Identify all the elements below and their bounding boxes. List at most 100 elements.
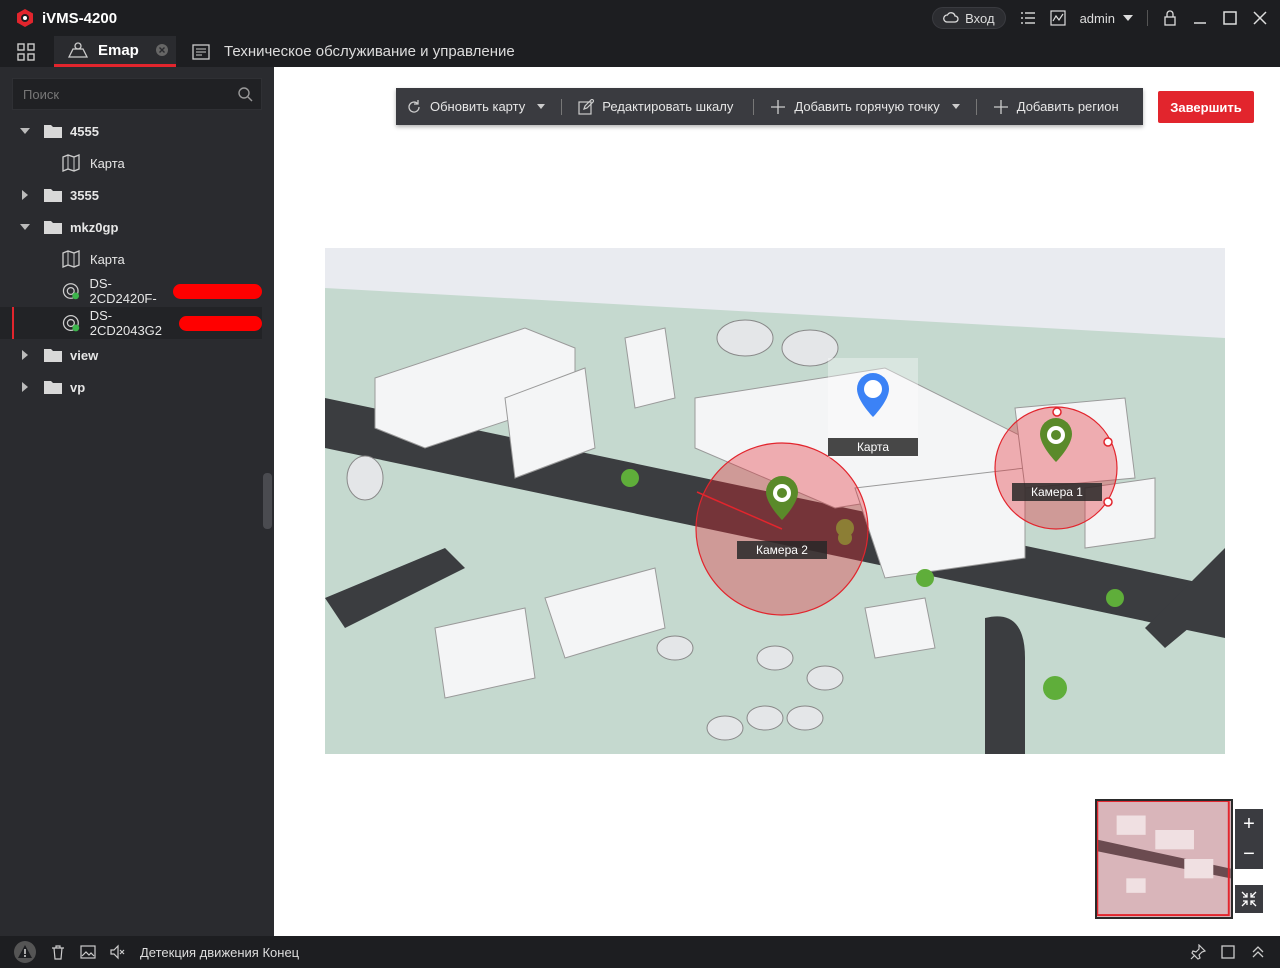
expanded-arrow-icon[interactable] [20, 222, 30, 232]
add-region-button[interactable]: Добавить регион [983, 88, 1129, 125]
tree-folder-4555[interactable]: 4555 [0, 115, 262, 147]
refresh-icon [408, 99, 420, 113]
map-road [985, 616, 1025, 754]
map-icon [62, 154, 80, 172]
edit-scale-button[interactable]: Редактировать шкалу [568, 88, 743, 125]
region-handle [1103, 437, 1113, 447]
search-input[interactable]: Поиск [12, 78, 262, 110]
map-hotspot-label: Карта [857, 440, 889, 454]
resource-sidebar: Поиск 4555 Карта 3555 mkz0gp Карта DS-2C… [0, 67, 274, 936]
tree-folder-3555[interactable]: 3555 [0, 179, 262, 211]
minimize-icon[interactable] [1192, 10, 1208, 26]
shrink-icon [1241, 891, 1257, 907]
lock-icon[interactable] [1162, 10, 1178, 26]
emap-canvas[interactable]: Карта Камера 1 Камера 2 [325, 248, 1225, 754]
tree-label: 3555 [70, 187, 99, 203]
tree-label: mkz0gp [70, 219, 119, 235]
maximize-icon[interactable] [1222, 10, 1238, 26]
search-placeholder: Поиск [23, 86, 60, 102]
fit-to-window-button[interactable] [1235, 885, 1263, 913]
app-title: iVMS-4200 [42, 9, 118, 27]
divider [975, 98, 977, 115]
sidebar-collapse-handle[interactable] [263, 473, 272, 529]
dropdown-caret-icon [537, 104, 546, 109]
tree-label: DS-2CD2420F- [89, 276, 157, 306]
divider [1147, 10, 1148, 26]
folder-icon [44, 125, 62, 138]
refresh-map-button[interactable]: Обновить карту [396, 88, 555, 125]
tree-label: 4555 [70, 123, 99, 139]
tab-emap[interactable]: Emap [54, 36, 176, 67]
tree-camera-item-selected[interactable]: DS-2CD2043G2 [0, 307, 262, 339]
divider [561, 98, 563, 115]
tab-close-icon[interactable] [156, 44, 168, 56]
modules-grid-icon[interactable] [16, 42, 36, 62]
tab-maintenance[interactable]: Техническое обслуживание и управление [192, 43, 515, 61]
login-button[interactable]: Вход [932, 7, 1006, 29]
camera-2-label: Камера 2 [756, 543, 808, 557]
tree-folder-vp[interactable]: vp [0, 371, 262, 403]
tree-map-item[interactable]: Карта [0, 243, 262, 275]
collapsed-arrow-icon[interactable] [20, 382, 30, 392]
dropdown-caret-icon [951, 104, 960, 109]
zoom-out-icon[interactable]: − [1243, 843, 1255, 866]
zoom-controls: + − [1235, 809, 1263, 869]
region-handle [1052, 407, 1062, 417]
tree-folder-view[interactable]: view [0, 339, 262, 371]
collapsed-arrow-icon[interactable] [20, 350, 30, 360]
tree-camera-item[interactable]: DS-2CD2420F- [0, 275, 262, 307]
finish-button[interactable]: Завершить [1158, 91, 1254, 123]
activity-icon[interactable] [1049, 10, 1066, 26]
tree-map-item[interactable]: Карта [0, 147, 262, 179]
expand-up-icon[interactable] [1250, 944, 1266, 960]
camera-online-icon [62, 314, 80, 332]
map-icon [62, 250, 80, 268]
refresh-map-label: Обновить карту [430, 99, 526, 114]
tab-maintenance-label: Техническое обслуживание и управление [224, 43, 515, 60]
add-hotspot-button[interactable]: Добавить горячую точку [760, 88, 969, 125]
tab-bar: Emap Техническое обслуживание и управлен… [0, 36, 1280, 67]
region-handle [1103, 497, 1113, 507]
plus-icon [993, 99, 1008, 114]
image-icon[interactable] [80, 944, 96, 960]
camera-1-label: Камера 1 [1031, 485, 1083, 499]
tree-folder-mkz0gp[interactable]: mkz0gp [0, 211, 262, 243]
trash-icon[interactable] [50, 944, 66, 960]
status-bar: Детекция движения Конец [0, 936, 1280, 968]
emap-main-area: Обновить карту Редактировать шкалу Добав… [274, 67, 1280, 936]
tree-label: vp [70, 379, 86, 395]
tree-label: Карта [90, 155, 125, 171]
folder-icon [44, 381, 62, 394]
login-label: Вход [965, 10, 995, 26]
folder-icon [44, 349, 62, 362]
title-bar: iVMS-4200 Вход admin [0, 0, 1280, 36]
collapsed-arrow-icon[interactable] [20, 190, 30, 200]
tab-emap-label: Emap [98, 41, 139, 59]
zoom-in-icon[interactable]: + [1243, 813, 1255, 836]
app-logo-icon [17, 9, 33, 27]
add-hotspot-label: Добавить горячую точку [794, 99, 940, 114]
redaction-mark [179, 315, 262, 331]
pin-icon[interactable] [1190, 944, 1206, 960]
resource-tree: 4555 Карта 3555 mkz0gp Карта DS-2CD2420F… [0, 115, 262, 403]
alarm-warning-icon[interactable] [14, 941, 36, 963]
speaker-mute-icon[interactable] [110, 944, 126, 960]
edit-scale-label: Редактировать шкалу [602, 99, 734, 114]
tree-label: Карта [90, 251, 125, 267]
search-icon[interactable] [237, 86, 253, 102]
edit-icon [578, 98, 595, 115]
minimap[interactable] [1095, 799, 1233, 919]
status-message: Детекция движения Конец [140, 944, 300, 960]
add-region-label: Добавить регион [1016, 99, 1119, 114]
plus-icon [771, 99, 786, 114]
close-icon[interactable] [1252, 10, 1268, 26]
chevron-down-icon [1123, 15, 1133, 21]
tree-label: DS-2CD2043G2 [89, 308, 163, 338]
user-menu[interactable]: admin [1080, 11, 1133, 26]
folder-icon [44, 221, 62, 234]
list-icon[interactable] [1020, 10, 1036, 26]
user-name: admin [1079, 10, 1115, 26]
cloud-icon [943, 12, 959, 23]
expanded-arrow-icon[interactable] [20, 126, 30, 136]
window-icon[interactable] [1220, 944, 1236, 960]
